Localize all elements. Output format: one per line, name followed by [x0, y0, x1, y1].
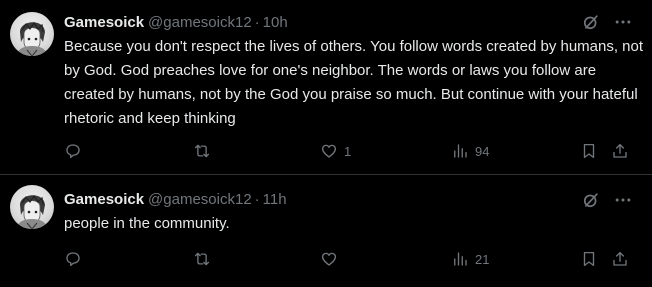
display-name[interactable]: Gamesoick	[64, 191, 144, 208]
tweet-text: people in the community.	[64, 215, 230, 232]
tweet[interactable]: Gamesoick @gamesoick12 · 10h Because you…	[0, 0, 652, 174]
share-icon	[613, 143, 627, 158]
tweet-text: Because you don't respect the lives of o…	[64, 38, 644, 127]
separator-dot: ·	[254, 190, 260, 208]
reply-button[interactable]	[64, 247, 88, 271]
avatar[interactable]	[10, 12, 54, 56]
grok-button[interactable]	[579, 188, 603, 212]
grok-icon	[583, 193, 598, 208]
repost-button[interactable]	[193, 247, 217, 271]
like-button[interactable]: 1	[320, 139, 351, 163]
more-button[interactable]	[611, 10, 635, 34]
heart-icon	[321, 144, 337, 158]
separator-dot: ·	[254, 13, 260, 31]
timestamp[interactable]: 11h	[263, 191, 287, 208]
tweet-actions: 21	[0, 247, 652, 271]
grok-icon	[583, 15, 598, 30]
avatar-drawing	[16, 21, 48, 56]
more-button[interactable]	[611, 188, 635, 212]
user-handle[interactable]: @gamesoick12	[148, 14, 252, 31]
repost-button[interactable]	[193, 139, 217, 163]
like-button[interactable]	[320, 247, 344, 271]
views-icon	[454, 144, 467, 158]
repost-icon	[194, 252, 210, 266]
share-button[interactable]	[611, 247, 629, 271]
bookmark-button[interactable]	[580, 247, 598, 271]
avatar[interactable]	[10, 185, 54, 229]
grok-button[interactable]	[579, 10, 603, 34]
tweet-actions: 1 94	[0, 139, 652, 163]
views-button[interactable]: 21	[451, 247, 489, 271]
tweet[interactable]: Gamesoick @gamesoick12 · 11h people in t…	[0, 175, 652, 287]
share-icon	[613, 251, 627, 266]
tweet-header: Gamesoick @gamesoick12 · 10h	[64, 12, 288, 32]
bookmark-icon	[583, 251, 595, 267]
views-count: 21	[475, 251, 490, 267]
timestamp[interactable]: 10h	[263, 14, 288, 31]
display-name[interactable]: Gamesoick	[64, 14, 144, 31]
share-button[interactable]	[611, 139, 629, 163]
more-icon	[615, 198, 631, 202]
repost-icon	[194, 144, 210, 158]
bookmark-button[interactable]	[580, 139, 598, 163]
tweet-header: Gamesoick @gamesoick12 · 11h	[64, 189, 287, 209]
reply-icon	[66, 144, 80, 159]
reply-icon	[66, 252, 80, 267]
heart-icon	[321, 252, 337, 266]
views-button[interactable]: 94	[451, 139, 489, 163]
user-handle[interactable]: @gamesoick12	[148, 191, 252, 208]
avatar-drawing	[16, 194, 48, 229]
views-count: 94	[475, 143, 490, 159]
reply-button[interactable]	[64, 139, 88, 163]
more-icon	[615, 20, 631, 24]
like-count: 1	[344, 143, 352, 159]
bookmark-icon	[583, 143, 595, 159]
views-icon	[454, 252, 467, 266]
